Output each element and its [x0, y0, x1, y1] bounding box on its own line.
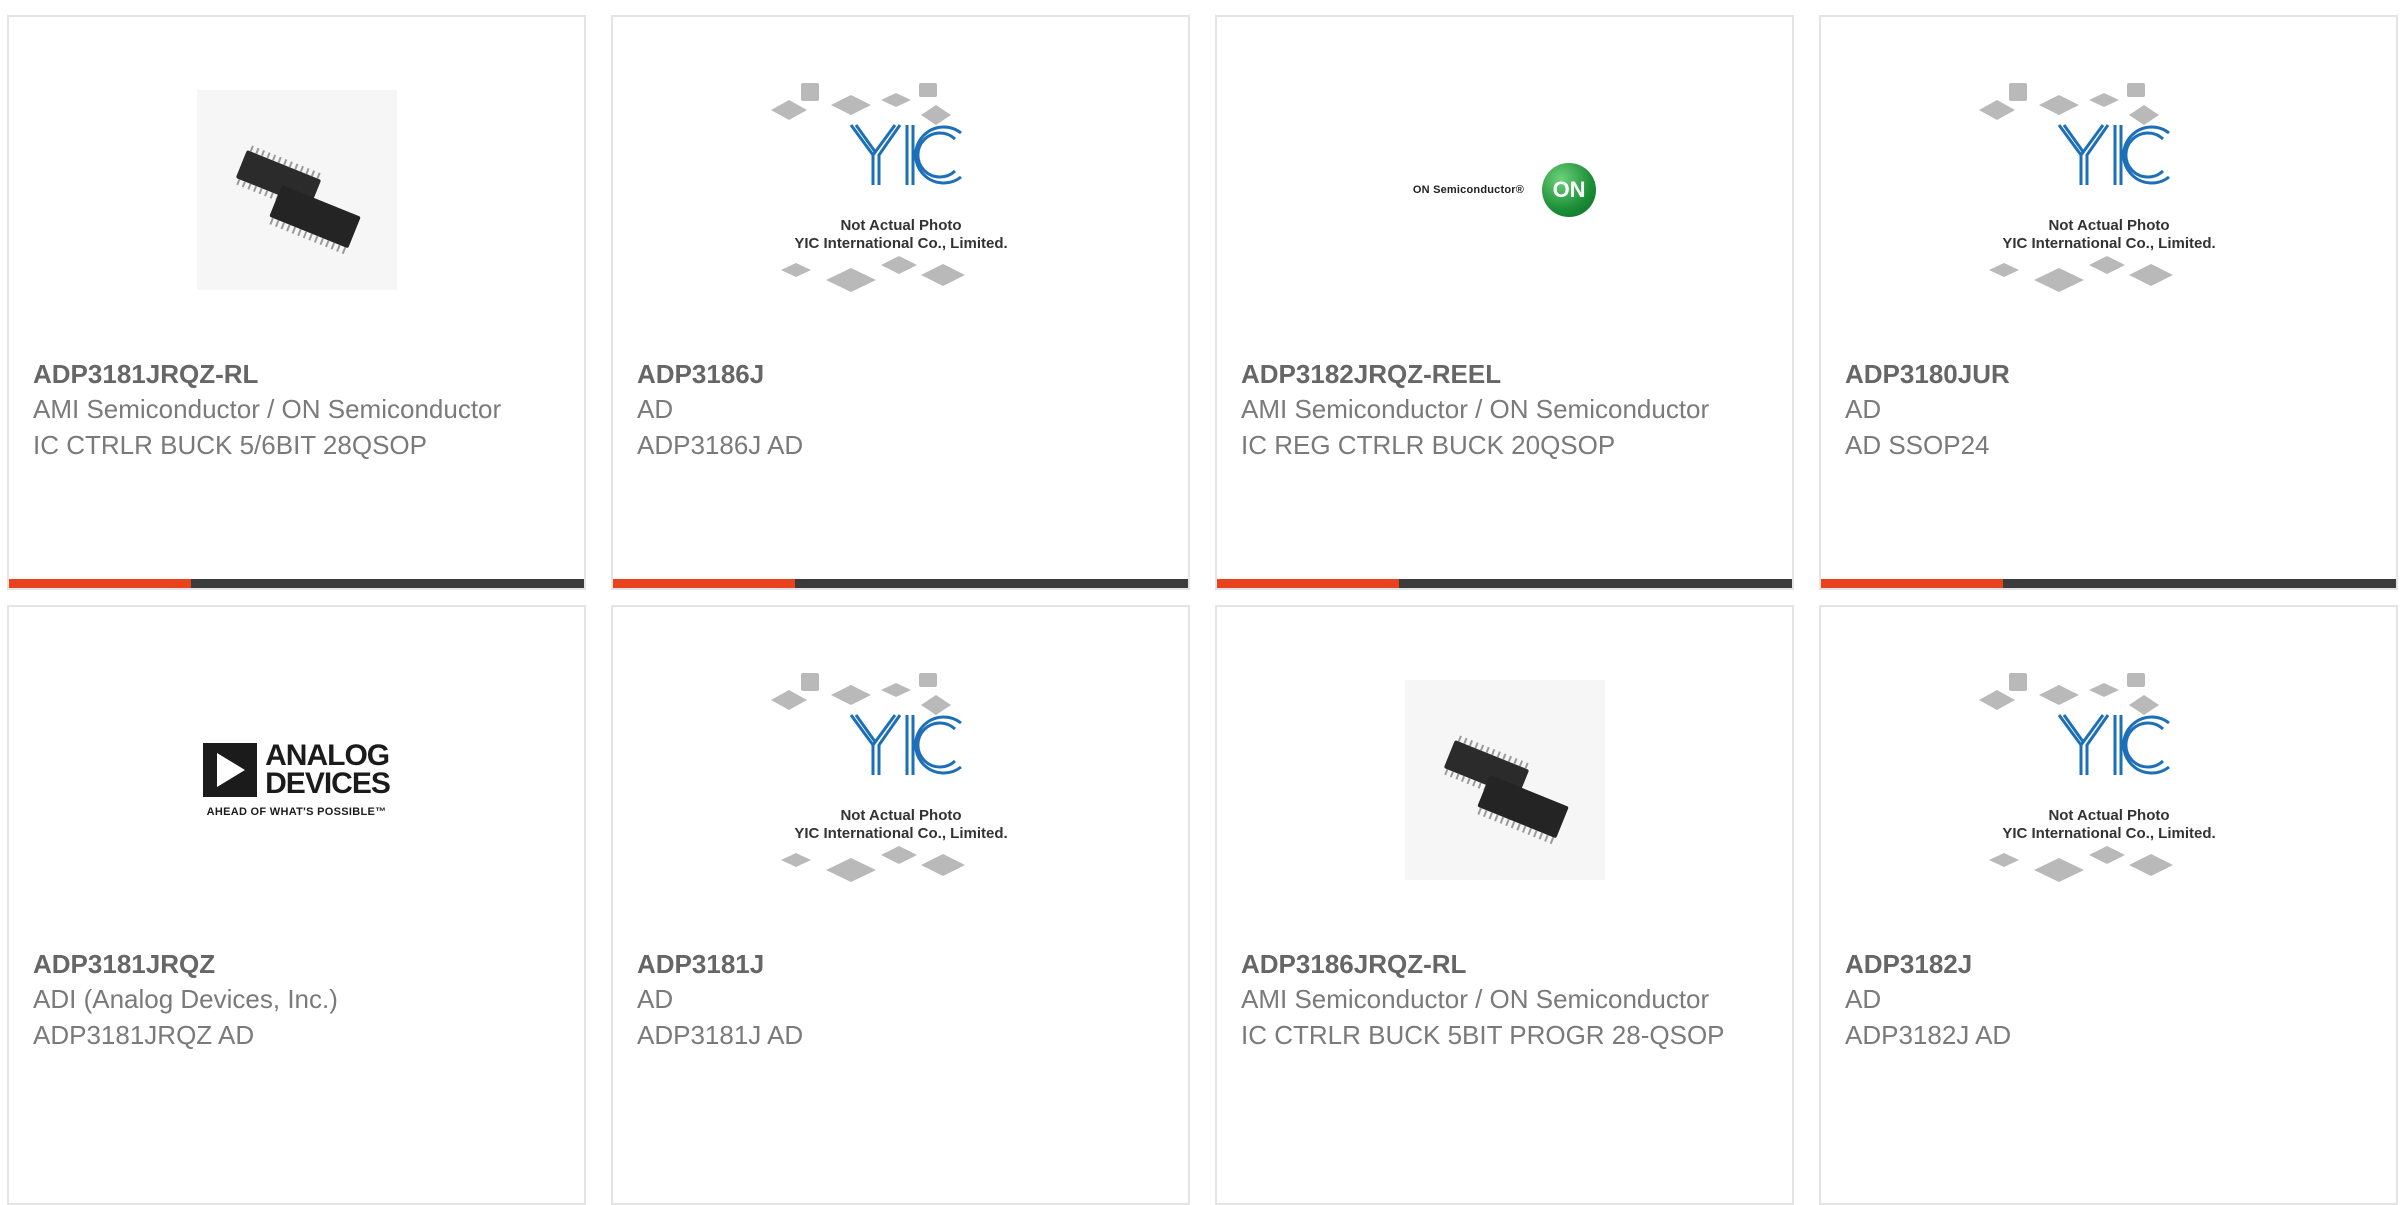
product-info: ADP3186J AD ADP3186J AD	[637, 357, 1164, 463]
product-image[interactable]	[1217, 675, 1792, 885]
part-number[interactable]: ADP3181J	[637, 947, 1164, 981]
adi-tagline: AHEAD OF WHAT'S POSSIBLE™	[206, 806, 387, 818]
product-info: ADP3181J AD ADP3181J AD	[637, 947, 1164, 1053]
card-bar-accent	[1217, 579, 1399, 588]
yic-line2: YIC International Co., Limited.	[794, 235, 1007, 252]
adi-word1: ANALOG	[265, 739, 390, 772]
card-bottom-bar	[9, 579, 584, 588]
card-bar-accent	[9, 579, 191, 588]
product-info: ADP3180JUR AD AD SSOP24	[1845, 357, 2372, 463]
product-card[interactable]: ADP3181JRQZ-RL AMI Semiconductor / ON Se…	[7, 15, 586, 590]
yic-line1: Not Actual Photo	[840, 217, 961, 234]
product-info: ADP3181JRQZ ADI (Analog Devices, Inc.) A…	[33, 947, 560, 1053]
yic-placeholder-icon: Not Actual Photo YIC International Co., …	[1978, 673, 2215, 882]
product-info: ADP3186JRQZ-RL AMI Semiconductor / ON Se…	[1241, 947, 1768, 1053]
analog-devices-triangle-icon	[203, 743, 258, 797]
manufacturer: AD	[637, 984, 674, 1014]
card-bottom-bar	[1217, 579, 1792, 588]
yic-placeholder-icon: Not Actual Photo YIC International Co., …	[770, 83, 1007, 292]
part-number[interactable]: ADP3186JRQZ-RL	[1241, 947, 1768, 981]
product-info: ADP3182JRQZ-REEL AMI Semiconductor / ON …	[1241, 357, 1768, 463]
part-number[interactable]: ADP3180JUR	[1845, 357, 2372, 391]
yic-line1: Not Actual Photo	[840, 807, 961, 824]
chip-photo-icon	[1404, 680, 1605, 880]
part-number[interactable]: ADP3181JRQZ	[33, 947, 560, 981]
chip-photo-icon	[196, 90, 397, 290]
yic-line2: YIC International Co., Limited.	[794, 825, 1007, 842]
yic-line2: YIC International Co., Limited.	[2002, 825, 2215, 842]
product-card[interactable]: Not Actual Photo YIC International Co., …	[611, 15, 1190, 590]
yic-line2: YIC International Co., Limited.	[2002, 235, 2215, 252]
product-card[interactable]: ADP3186JRQZ-RL AMI Semiconductor / ON Se…	[1215, 605, 1794, 1205]
analog-devices-logo: ANALOG DEVICES AHEAD OF WHAT'S POSSIBLE™	[203, 739, 391, 818]
product-image[interactable]: Not Actual Photo YIC International Co., …	[1821, 673, 2396, 885]
product-grid: ADP3181JRQZ-RL AMI Semiconductor / ON Se…	[7, 15, 2398, 1205]
yic-placeholder-icon: Not Actual Photo YIC International Co., …	[770, 673, 1007, 882]
manufacturer: AD	[1845, 984, 1882, 1014]
yic-line1: Not Actual Photo	[2048, 807, 2169, 824]
yic-line1: Not Actual Photo	[2048, 217, 2169, 234]
manufacturer: AMI Semiconductor / ON Semiconductor	[1241, 394, 1710, 424]
product-image[interactable]: Not Actual Photo YIC International Co., …	[613, 83, 1188, 295]
card-bar-accent	[1821, 579, 2003, 588]
product-image[interactable]: ANALOG DEVICES AHEAD OF WHAT'S POSSIBLE™	[9, 675, 584, 885]
product-card[interactable]: ANALOG DEVICES AHEAD OF WHAT'S POSSIBLE™…	[7, 605, 586, 1205]
adi-word2: DEVICES	[265, 767, 391, 800]
product-description: IC CTRLR BUCK 5BIT PROGR 28-QSOP	[1241, 1020, 1725, 1050]
part-number[interactable]: ADP3181JRQZ-RL	[33, 357, 560, 391]
product-description: ADP3182J AD	[1845, 1020, 2012, 1050]
product-card[interactable]: Not Actual Photo YIC International Co., …	[611, 605, 1190, 1205]
product-description: IC CTRLR BUCK 5/6BIT 28QSOP	[33, 430, 427, 460]
part-number[interactable]: ADP3182J	[1845, 947, 2372, 981]
part-number[interactable]: ADP3186J	[637, 357, 1164, 391]
product-description: IC REG CTRLR BUCK 20QSOP	[1241, 430, 1616, 460]
on-semi-logo: ON Semiconductor® ON	[1412, 163, 1597, 217]
product-description: ADP3181JRQZ AD	[33, 1020, 255, 1050]
product-description: AD SSOP24	[1845, 430, 1990, 460]
manufacturer: AD	[637, 394, 674, 424]
product-description: ADP3181J AD	[637, 1020, 804, 1050]
manufacturer: ADI (Analog Devices, Inc.)	[33, 984, 338, 1014]
manufacturer: AD	[1845, 394, 1882, 424]
product-card[interactable]: Not Actual Photo YIC International Co., …	[1819, 605, 2398, 1205]
product-info: ADP3181JRQZ-RL AMI Semiconductor / ON Se…	[33, 357, 560, 463]
yic-placeholder-icon: Not Actual Photo YIC International Co., …	[1978, 83, 2215, 292]
card-bottom-bar	[1821, 579, 2396, 588]
on-semi-text: ON Semiconductor®	[1412, 184, 1525, 196]
product-image[interactable]: ON Semiconductor® ON	[1217, 85, 1792, 295]
manufacturer: AMI Semiconductor / ON Semiconductor	[33, 394, 502, 424]
part-number[interactable]: ADP3182JRQZ-REEL	[1241, 357, 1768, 391]
product-image[interactable]: Not Actual Photo YIC International Co., …	[613, 673, 1188, 885]
card-bar-accent	[613, 579, 795, 588]
product-card[interactable]: ON Semiconductor® ON ADP3182JRQZ-REEL AM…	[1215, 15, 1794, 590]
on-semi-mark-icon: ON	[1542, 163, 1597, 217]
product-description: ADP3186J AD	[637, 430, 804, 460]
product-image[interactable]: Not Actual Photo YIC International Co., …	[1821, 83, 2396, 295]
manufacturer: AMI Semiconductor / ON Semiconductor	[1241, 984, 1710, 1014]
product-info: ADP3182J AD ADP3182J AD	[1845, 947, 2372, 1053]
product-card[interactable]: Not Actual Photo YIC International Co., …	[1819, 15, 2398, 590]
card-bottom-bar	[613, 579, 1188, 588]
product-image[interactable]	[9, 85, 584, 295]
